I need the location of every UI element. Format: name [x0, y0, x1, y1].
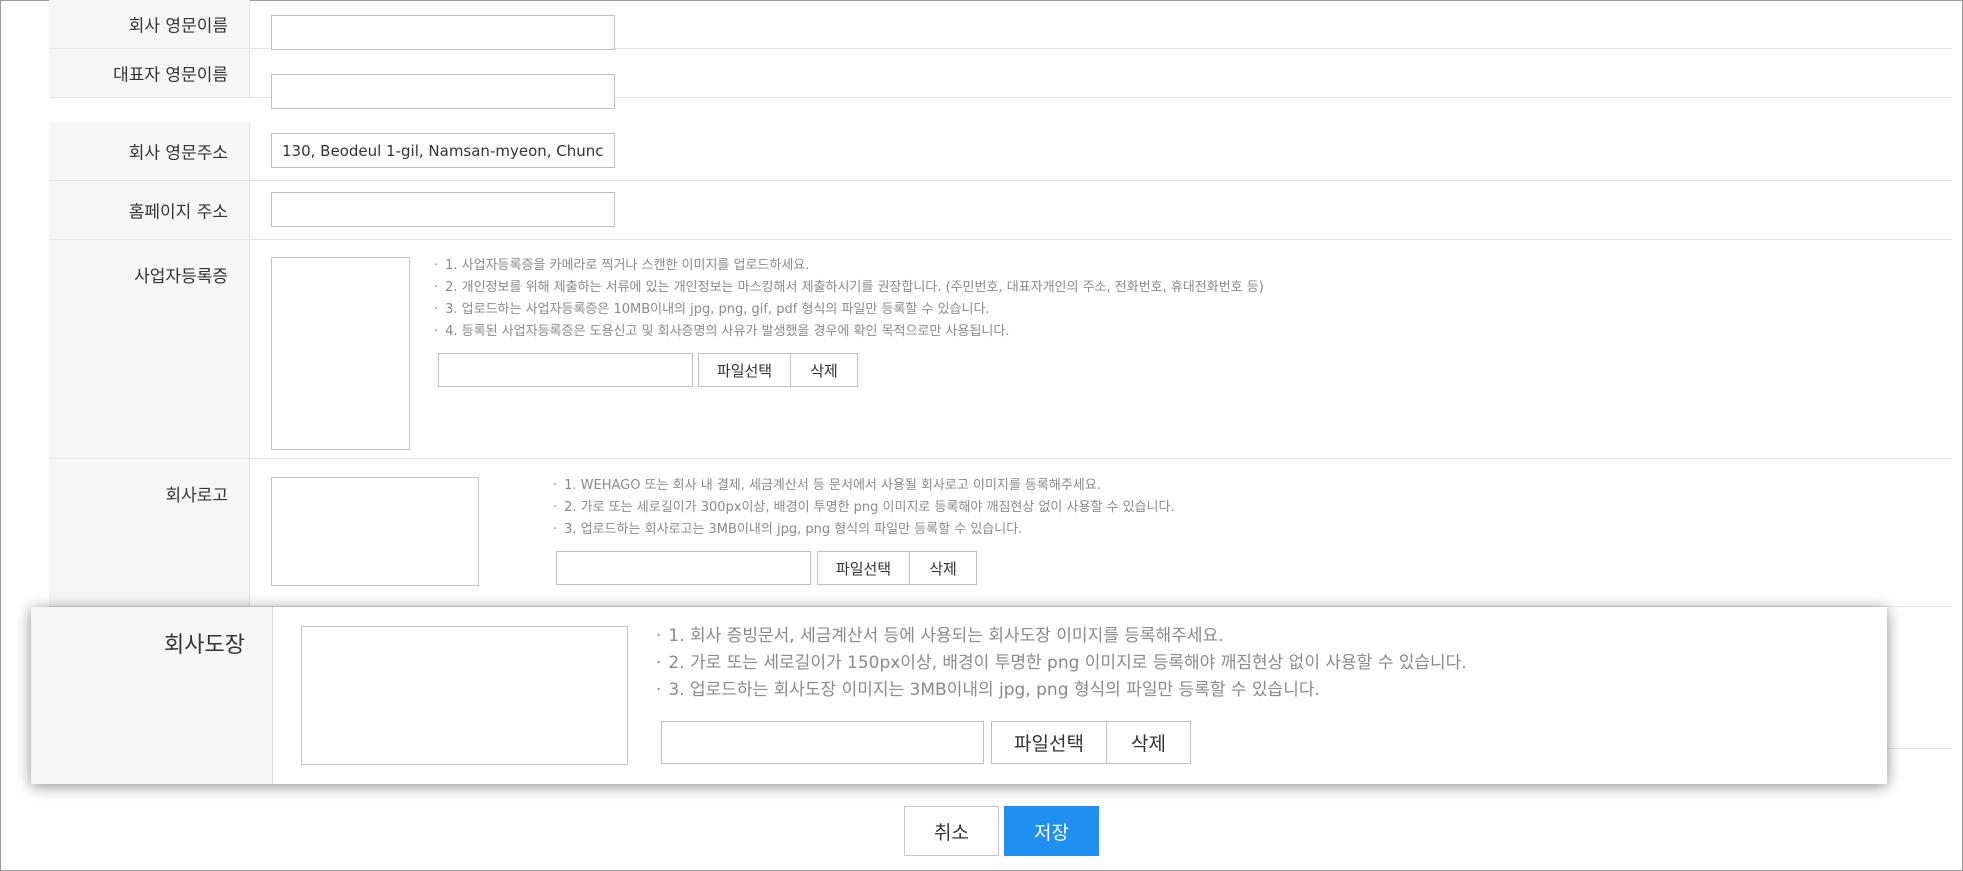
note-item: 4. 등록된 사업자등록증은 도용신고 및 회사증명의 사유가 발생했을 경우에… — [434, 321, 1264, 343]
note-item: 2. 개인정보를 위해 제출하는 서류에 있는 개인정보는 마스킹해서 제출하시… — [434, 277, 1264, 299]
business-registration-preview — [271, 257, 410, 450]
company-english-name-label: 회사 영문이름 — [128, 16, 228, 37]
note-item: 2. 가로 또는 세로길이가 150px이상, 배경이 투명한 png 이미지로… — [656, 650, 1466, 677]
company-seal-card: 회사도장 1. 회사 증빙문서, 세금계산서 등에 사용되는 회사도장 이미지를… — [31, 607, 1887, 784]
company-seal-select-file-button[interactable]: 파일선택 — [991, 721, 1107, 764]
note-item: 1. WEHAGO 또는 회사 내 결제, 세금계산서 등 문서에서 사용될 회… — [553, 475, 1175, 497]
company-seal-label: 회사도장 — [164, 633, 245, 658]
business-registration-select-file-button[interactable]: 파일선택 — [698, 353, 791, 387]
ceo-english-name-input[interactable] — [271, 74, 615, 109]
company-logo-select-file-button[interactable]: 파일선택 — [817, 551, 910, 585]
note-item: 1. 회사 증빙문서, 세금계산서 등에 사용되는 회사도장 이미지를 등록해주… — [656, 623, 1467, 650]
label-cell: 회사로고 — [49, 459, 250, 606]
note-item: 3. 업로드하는 회사로고는 3MB이내의 jpg, png 형식의 파일만 등… — [553, 519, 1175, 541]
business-registration-file-field[interactable] — [438, 353, 693, 387]
note-item: 3. 업로드하는 회사도장 이미지는 3MB이내의 jpg, png 형식의 파… — [656, 677, 1467, 704]
company-seal-preview — [301, 626, 628, 765]
row-company-english-address: 회사 영문주소 — [49, 122, 1952, 181]
homepage-address-input[interactable] — [271, 192, 615, 227]
save-button[interactable]: 저장 — [1004, 806, 1099, 856]
label-cell: 회사 영문주소 — [49, 122, 250, 180]
row-company-logo: 회사로고 1. WEHAGO 또는 회사 내 결제, 세금계산서 등 문서에서 … — [49, 459, 1952, 607]
row-homepage-address: 홈페이지 주소 — [49, 181, 1952, 240]
row-business-registration: 사업자등록증 1. 사업자등록증을 카메라로 찍거나 스캔한 이미지를 업로드하… — [49, 240, 1952, 459]
business-registration-delete-button[interactable]: 삭제 — [790, 353, 858, 387]
cancel-button[interactable]: 취소 — [904, 806, 999, 856]
note-item: 1. 사업자등록증을 카메라로 찍거나 스캔한 이미지를 업로드하세요. — [434, 255, 1264, 277]
business-registration-label: 사업자등록증 — [134, 267, 228, 287]
company-logo-notes: 1. WEHAGO 또는 회사 내 결제, 세금계산서 등 문서에서 사용될 회… — [553, 475, 1175, 541]
company-logo-delete-button[interactable]: 삭제 — [909, 551, 977, 585]
company-english-address-label: 회사 영문주소 — [128, 143, 228, 164]
label-cell: 홈페이지 주소 — [49, 181, 250, 239]
company-logo-label: 회사로고 — [165, 486, 228, 506]
ceo-english-name-label: 대표자 영문이름 — [113, 65, 228, 86]
business-registration-notes: 1. 사업자등록증을 카메라로 찍거나 스캔한 이미지를 업로드하세요. 2. … — [434, 255, 1264, 343]
label-cell: 대표자 영문이름 — [49, 49, 250, 97]
company-seal-delete-button[interactable]: 삭제 — [1106, 721, 1191, 764]
label-cell: 회사 영문이름 — [49, 0, 250, 48]
label-cell: 회사도장 — [31, 607, 273, 784]
row-company-english-name: 회사 영문이름 — [49, 0, 1952, 50]
company-seal-notes: 1. 회사 증빙문서, 세금계산서 등에 사용되는 회사도장 이미지를 등록해주… — [656, 623, 1467, 704]
company-seal-file-field[interactable] — [661, 721, 984, 764]
label-cell: 사업자등록증 — [49, 240, 250, 458]
row-ceo-english-name: 대표자 영문이름 — [49, 49, 1952, 109]
row-divider — [1887, 748, 1952, 749]
homepage-address-label: 홈페이지 주소 — [128, 202, 228, 223]
company-english-name-input[interactable] — [271, 15, 615, 50]
company-english-address-input[interactable] — [271, 133, 615, 168]
company-logo-file-field[interactable] — [556, 551, 811, 585]
note-item: 2. 가로 또는 세로길이가 300px이상, 배경이 투명한 png 이미지로… — [553, 497, 1174, 519]
note-item: 3. 업로드하는 사업자등록증은 10MB이내의 jpg, png, gif, … — [434, 299, 1264, 321]
company-logo-preview — [271, 477, 479, 586]
